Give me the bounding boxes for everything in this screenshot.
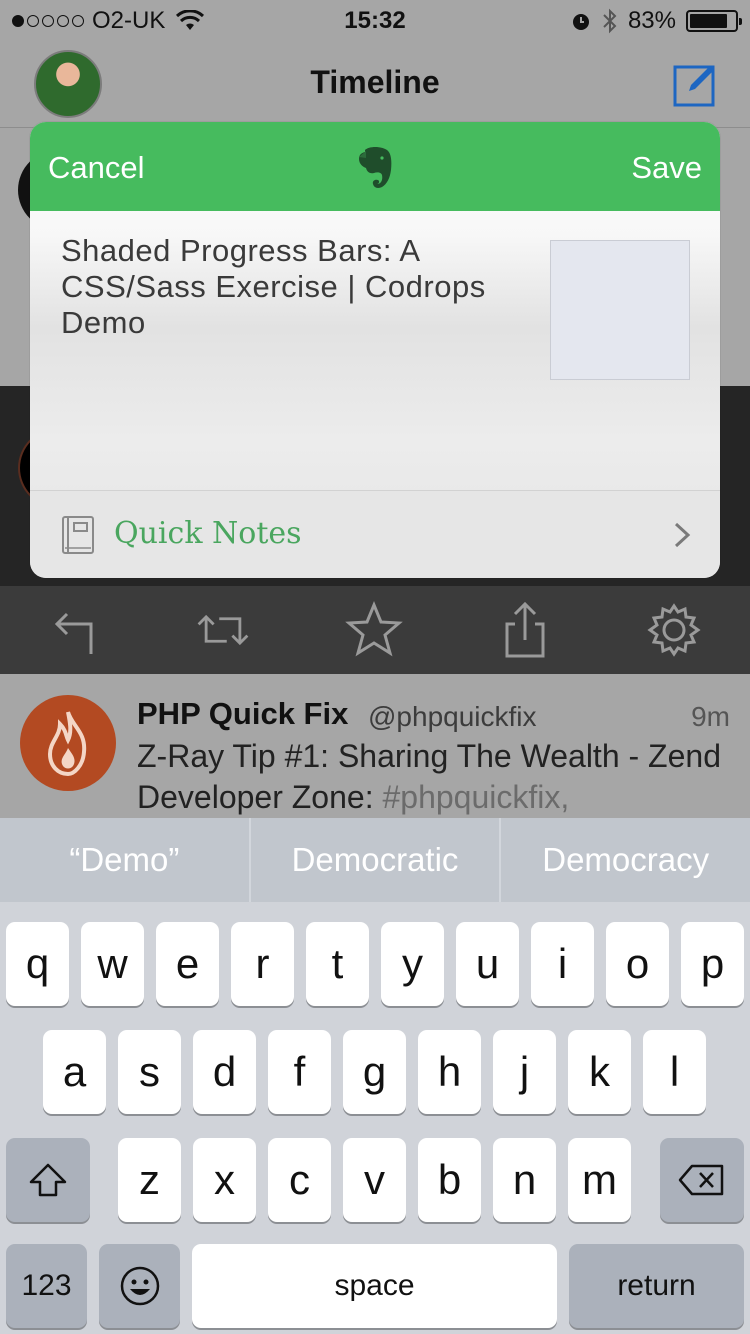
key-z[interactable]: z bbox=[118, 1138, 181, 1222]
alarm-icon bbox=[572, 14, 589, 30]
key-d[interactable]: d bbox=[193, 1030, 256, 1114]
space-key[interactable]: space bbox=[192, 1244, 557, 1328]
prediction-option[interactable]: Democratic bbox=[251, 818, 502, 902]
backspace-icon bbox=[678, 1164, 724, 1196]
key-s[interactable]: s bbox=[118, 1030, 181, 1114]
tweet-hashtag[interactable]: #phpquickfix, bbox=[382, 779, 569, 815]
battery-percent: 83% bbox=[627, 7, 676, 34]
cancel-button[interactable]: Cancel bbox=[48, 150, 145, 186]
key-w[interactable]: w bbox=[81, 922, 144, 1006]
flame-icon bbox=[47, 711, 87, 777]
note-editor: Shaded Progress Bars: A CSS/Sass Exercis… bbox=[30, 211, 720, 491]
key-e[interactable]: e bbox=[156, 922, 219, 1006]
note-title-field[interactable]: Shaded Progress Bars: A CSS/Sass Exercis… bbox=[61, 233, 531, 341]
reply-icon[interactable] bbox=[45, 600, 105, 660]
key-j[interactable]: j bbox=[493, 1030, 556, 1114]
key-v[interactable]: v bbox=[343, 1138, 406, 1222]
tweet-timestamp: 9m bbox=[691, 701, 730, 732]
key-x[interactable]: x bbox=[193, 1138, 256, 1222]
save-button[interactable]: Save bbox=[631, 150, 702, 186]
shift-arrow-icon bbox=[29, 1163, 67, 1197]
key-h[interactable]: h bbox=[418, 1030, 481, 1114]
notebook-selector[interactable]: Quick Notes bbox=[30, 490, 720, 578]
key-k[interactable]: k bbox=[568, 1030, 631, 1114]
sheet-header: Cancel Save bbox=[30, 122, 720, 211]
tweet-author-handle[interactable]: @phpquickfix bbox=[368, 701, 537, 733]
key-m[interactable]: m bbox=[568, 1138, 631, 1222]
numbers-key[interactable]: 123 bbox=[6, 1244, 87, 1328]
prediction-option[interactable]: “Demo” bbox=[0, 818, 251, 902]
share-icon[interactable] bbox=[495, 600, 555, 660]
key-r[interactable]: r bbox=[231, 922, 294, 1006]
key-g[interactable]: g bbox=[343, 1030, 406, 1114]
page-title: Timeline bbox=[310, 64, 440, 100]
key-o[interactable]: o bbox=[606, 922, 669, 1006]
delete-key[interactable] bbox=[660, 1138, 744, 1222]
retweet-icon[interactable] bbox=[193, 600, 253, 660]
notebook-icon bbox=[62, 516, 94, 554]
tweet-row[interactable]: PHP Quick Fix @phpquickfix 9m Z-Ray Tip … bbox=[0, 674, 750, 820]
key-l[interactable]: l bbox=[643, 1030, 706, 1114]
status-bar: O2-UK 15:32 83% bbox=[0, 0, 750, 40]
key-f[interactable]: f bbox=[268, 1030, 331, 1114]
key-q[interactable]: q bbox=[6, 922, 69, 1006]
emoji-key[interactable] bbox=[99, 1244, 180, 1328]
chevron-right-icon bbox=[674, 522, 691, 548]
key-y[interactable]: y bbox=[381, 922, 444, 1006]
tweet-author-name[interactable]: PHP Quick Fix bbox=[137, 696, 348, 732]
emoji-smiley-icon bbox=[120, 1266, 159, 1306]
favorite-star-icon[interactable] bbox=[344, 600, 404, 660]
predictive-text-bar: “Demo” Democratic Democracy bbox=[0, 818, 750, 902]
key-t[interactable]: t bbox=[306, 922, 369, 1006]
key-c[interactable]: c bbox=[268, 1138, 331, 1222]
notebook-name: Quick Notes bbox=[114, 516, 302, 551]
key-b[interactable]: b bbox=[418, 1138, 481, 1222]
evernote-share-sheet: Cancel Save Shaded Progress Bars: A CSS/… bbox=[30, 122, 720, 578]
bluetooth-icon bbox=[603, 8, 617, 34]
avatar[interactable] bbox=[20, 695, 116, 791]
key-n[interactable]: n bbox=[493, 1138, 556, 1222]
page-thumbnail bbox=[550, 240, 690, 380]
shift-key[interactable] bbox=[6, 1138, 90, 1222]
tweet-text: Z-Ray Tip #1: Sharing The Wealth - Zend … bbox=[137, 736, 737, 818]
key-p[interactable]: p bbox=[681, 922, 744, 1006]
key-i[interactable]: i bbox=[531, 922, 594, 1006]
compose-icon[interactable] bbox=[672, 62, 718, 108]
key-u[interactable]: u bbox=[456, 922, 519, 1006]
keyboard: q w e r t y u i o p a s d f g h j k l z … bbox=[0, 902, 750, 1334]
return-key[interactable]: return bbox=[569, 1244, 744, 1328]
settings-gear-icon[interactable] bbox=[644, 600, 704, 660]
battery-icon bbox=[686, 10, 742, 32]
tweet-action-bar bbox=[0, 586, 750, 674]
key-a[interactable]: a bbox=[43, 1030, 106, 1114]
nav-bar: Timeline bbox=[0, 40, 750, 128]
prediction-option[interactable]: Democracy bbox=[501, 818, 750, 902]
evernote-elephant-icon bbox=[359, 147, 392, 188]
